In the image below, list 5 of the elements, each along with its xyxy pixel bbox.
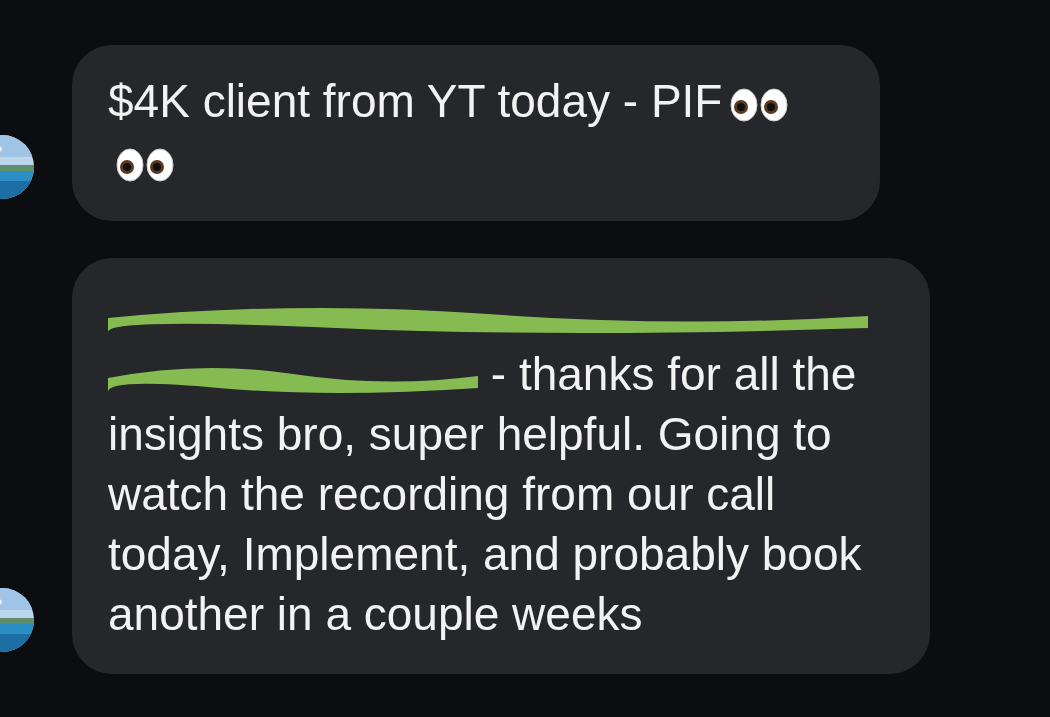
eyes-icon xyxy=(730,87,789,122)
message-text: $4K client from YT today - PIF xyxy=(108,75,723,127)
message-text: - thanks for all the xyxy=(490,348,857,400)
eyes-icon xyxy=(116,147,174,182)
message-text: insights bro, super helpful. Going to watch the recording from our call today, Implement, and probably book another in a couple weeks xyxy=(108,407,863,642)
